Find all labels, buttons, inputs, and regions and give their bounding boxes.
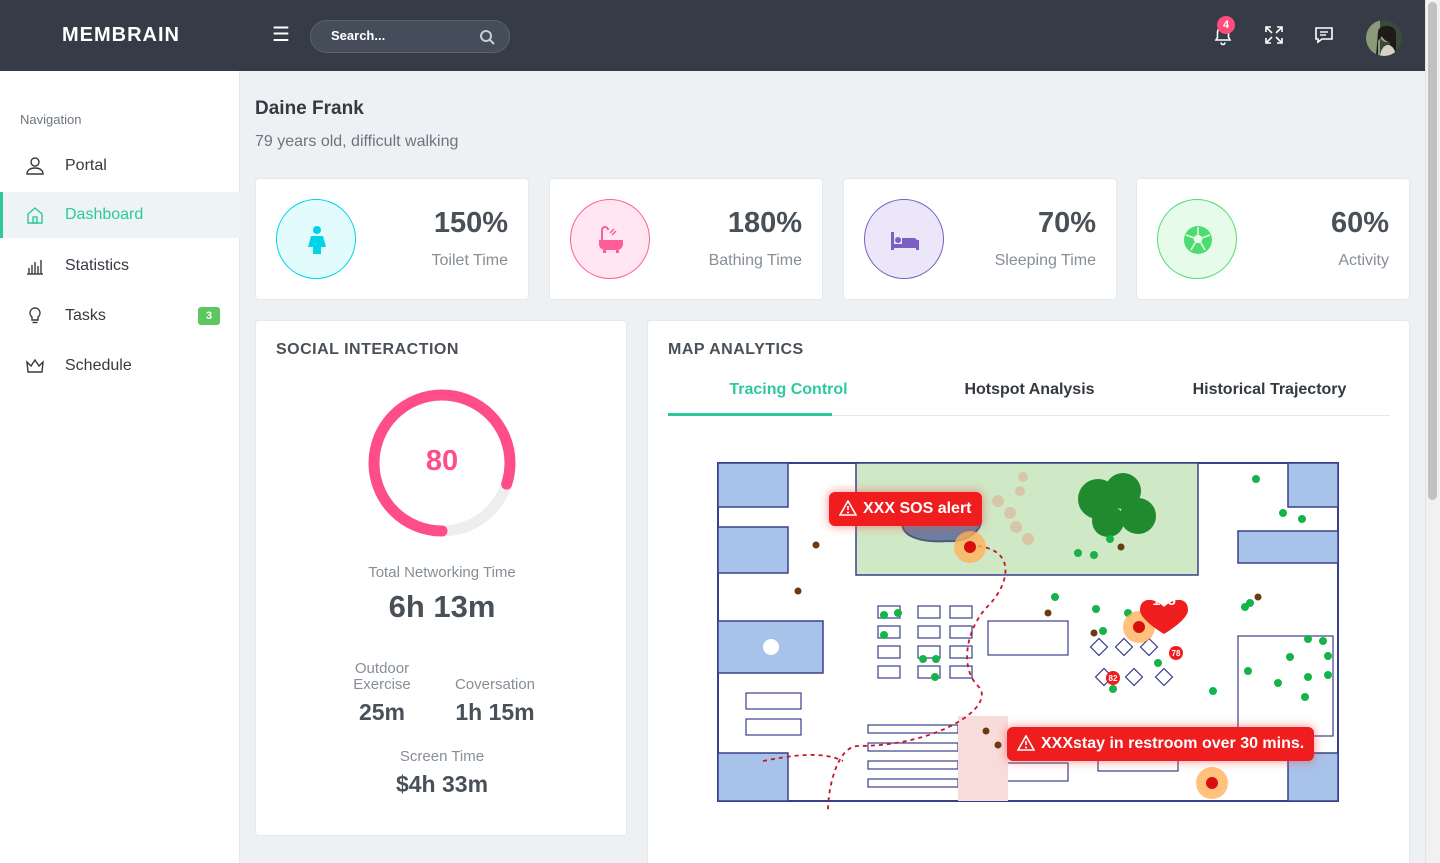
social-interaction-card: SOCIAL INTERACTION 80 Total Networking T… <box>255 320 627 836</box>
total-networking-label: Total Networking Time <box>368 564 516 581</box>
screen-time-label: Screen Time <box>399 748 485 765</box>
lightbulb-icon <box>29 307 41 324</box>
fullscreen-icon[interactable] <box>1263 24 1285 46</box>
heart-marker-large: 135 <box>1152 592 1176 608</box>
sidebar-item-label: Schedule <box>65 357 132 374</box>
sidebar: Navigation Portal Dashboard Statistics T… <box>0 71 240 863</box>
outdoor-exercise-label-line2: Exercise <box>353 676 411 693</box>
heart-marker-small-1: 78 <box>1172 649 1181 658</box>
chat-icon[interactable] <box>1313 24 1335 46</box>
card-title: SOCIAL INTERACTION <box>276 341 459 358</box>
menu-toggle-icon[interactable]: ☰ <box>272 22 290 47</box>
stat-card-activity: 60% Activity <box>1136 178 1410 300</box>
search-icon[interactable] <box>479 29 495 45</box>
stat-card-bathing: 180% Bathing Time <box>549 178 823 300</box>
tab-historical-trajectory[interactable]: Historical Trajectory <box>1149 381 1390 399</box>
gauge-value: 80 <box>425 445 459 477</box>
sidebar-item-statistics[interactable]: Statistics <box>0 243 240 289</box>
stat-value: 70% <box>1037 207 1096 239</box>
sidebar-item-dashboard[interactable]: Dashboard <box>0 192 240 238</box>
user-avatar[interactable] <box>1366 20 1402 56</box>
nav-heading: Navigation <box>20 112 82 127</box>
top-bar: MEMBRAIN ☰ 4 <box>0 0 1425 71</box>
bar-chart-icon <box>27 260 43 275</box>
stat-label: Sleeping Time <box>994 252 1096 269</box>
warning-icon <box>1017 735 1035 751</box>
sidebar-item-label: Portal <box>65 157 107 174</box>
stat-value: 180% <box>727 207 802 239</box>
sos-alert-banner[interactable]: XXX SOS alert <box>829 492 982 526</box>
tasks-count-badge: 3 <box>198 307 220 325</box>
stat-label: Toilet Time <box>431 252 508 269</box>
floor-plan-map[interactable]: 135 78 82 <box>698 441 1358 841</box>
bathing-circle <box>570 199 650 279</box>
page-subtitle: 79 years old, difficult walking <box>255 133 459 150</box>
sos-alert-text: XXX SOS alert <box>863 500 972 517</box>
sidebar-item-label: Tasks <box>65 307 106 324</box>
total-networking-value: 6h 13m <box>388 589 496 624</box>
active-tab-indicator <box>668 413 832 416</box>
toilet-circle <box>276 199 356 279</box>
sidebar-item-portal[interactable]: Portal <box>0 143 240 189</box>
user-icon <box>26 157 44 175</box>
crown-icon <box>26 358 44 373</box>
stat-value: 60% <box>1330 207 1389 239</box>
heart-marker-small-2: 82 <box>1109 674 1118 683</box>
bed-icon <box>891 232 919 250</box>
stat-card-toilet: 150% Toilet Time <box>255 178 529 300</box>
conversation-label: Coversation <box>454 676 536 693</box>
notification-badge: 4 <box>1217 16 1235 34</box>
bathtub-icon <box>599 226 623 253</box>
page-title: Daine Frank <box>255 98 364 119</box>
stat-label: Bathing Time <box>708 252 802 269</box>
card-title: MAP ANALYTICS <box>668 341 804 358</box>
stat-card-sleeping: 70% Sleeping Time <box>843 178 1117 300</box>
map-analytics-card: MAP ANALYTICS Tracing Control Hotspot An… <box>647 320 1410 863</box>
outdoor-exercise-value: 25m <box>358 699 406 725</box>
map-tabs: Tracing Control Hotspot Analysis Histori… <box>668 371 1390 416</box>
conversation-value: 1h 15m <box>455 699 535 725</box>
sidebar-item-schedule[interactable]: Schedule <box>0 343 240 389</box>
tab-hotspot-analysis[interactable]: Hotspot Analysis <box>909 381 1150 399</box>
home-icon <box>27 207 43 224</box>
warning-icon <box>839 500 857 516</box>
sidebar-item-tasks[interactable]: Tasks 3 <box>0 293 240 339</box>
screen-time-value: $4h 33m <box>395 771 489 797</box>
search-box <box>310 20 510 53</box>
brand-logo[interactable]: MEMBRAIN <box>62 24 180 47</box>
search-input[interactable] <box>331 28 476 43</box>
stat-label: Activity <box>1338 252 1389 269</box>
sidebar-item-label: Dashboard <box>65 206 144 223</box>
restroom-alert-text: XXXstay in restroom over 30 mins. <box>1041 735 1305 752</box>
scrollbar-thumb[interactable] <box>1428 2 1437 500</box>
outdoor-exercise-label-line1: Outdoor <box>354 660 410 677</box>
sleeping-circle <box>864 199 944 279</box>
person-icon <box>308 226 326 254</box>
soccer-ball-icon <box>1184 226 1212 254</box>
tab-tracing-control[interactable]: Tracing Control <box>668 381 909 399</box>
activity-circle <box>1157 199 1237 279</box>
sidebar-item-label: Statistics <box>65 257 130 274</box>
stat-value: 150% <box>433 207 508 239</box>
restroom-alert-banner[interactable]: XXXstay in restroom over 30 mins. <box>1007 727 1315 761</box>
